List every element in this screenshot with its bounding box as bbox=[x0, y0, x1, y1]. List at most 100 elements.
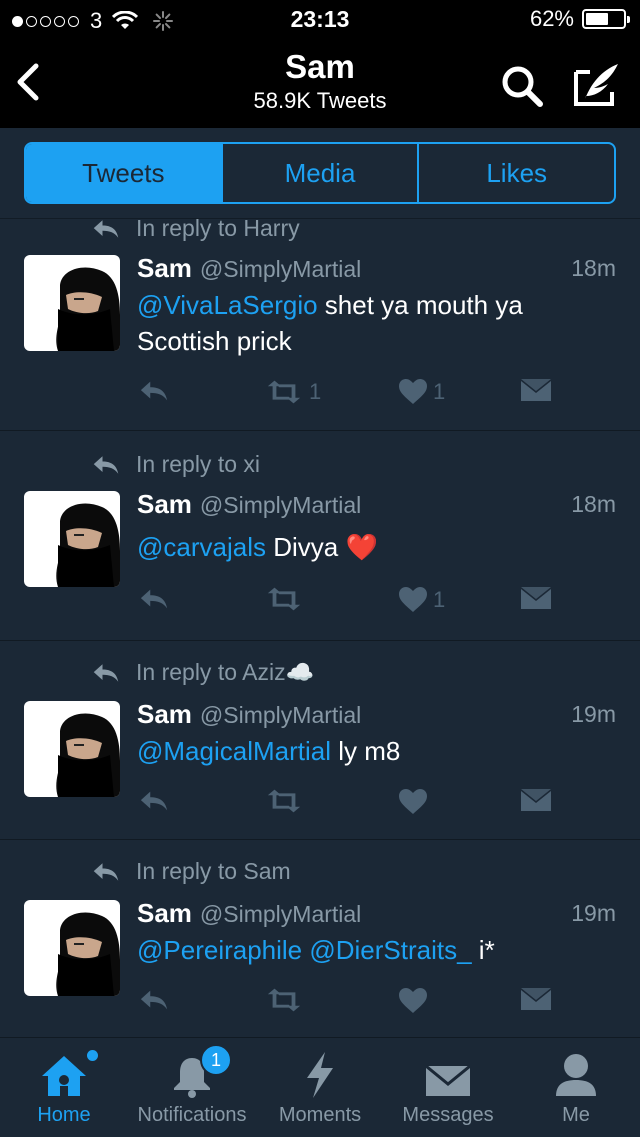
tabbar-label: Home bbox=[37, 1104, 91, 1126]
bell-icon: 1 bbox=[162, 1038, 232, 1098]
author-name: Sam bbox=[137, 699, 192, 729]
mention-link[interactable]: @MagicalMartial bbox=[137, 736, 331, 766]
like-count: 1 bbox=[433, 379, 446, 404]
envelope-icon bbox=[521, 587, 551, 611]
tabbar-item-me[interactable]: Me bbox=[540, 1038, 612, 1137]
tweet-header: Sam @SimplyMartial 18m bbox=[137, 253, 616, 284]
tabbar-item-home[interactable]: Home bbox=[20, 1038, 108, 1137]
reply-context: In reply to xi bbox=[92, 451, 260, 478]
direct-message-button[interactable] bbox=[521, 587, 551, 611]
person-icon bbox=[554, 1038, 598, 1098]
like-button[interactable] bbox=[399, 789, 433, 815]
author-handle: @SimplyMartial bbox=[199, 492, 362, 518]
search-icon[interactable] bbox=[498, 62, 546, 110]
heart-icon bbox=[399, 587, 427, 613]
tweet-body: i* bbox=[471, 935, 495, 965]
lightning-icon bbox=[305, 1038, 335, 1098]
tweet-time: 18m bbox=[571, 255, 616, 281]
envelope-icon bbox=[521, 789, 551, 813]
tab-media[interactable]: Media bbox=[220, 144, 418, 202]
like-button[interactable] bbox=[399, 988, 433, 1014]
tweet-time: 18m bbox=[571, 491, 616, 517]
heart-icon bbox=[399, 789, 427, 815]
reply-context: In reply to Aziz☁️ bbox=[92, 659, 314, 686]
tweet[interactable]: In reply to Sam Sam @SimplyMartial 19m @P… bbox=[0, 840, 640, 1038]
battery-fill bbox=[586, 13, 608, 25]
tweet-actions: 1 1 bbox=[137, 379, 557, 409]
tabbar-item-notifications[interactable]: 1 Notifications bbox=[126, 1038, 258, 1137]
reply-context-text: In reply to xi bbox=[136, 451, 260, 477]
compose-tweet-icon[interactable] bbox=[572, 58, 620, 110]
reply-button[interactable] bbox=[139, 789, 169, 813]
avatar[interactable] bbox=[24, 491, 120, 587]
envelope-icon bbox=[521, 988, 551, 1012]
tweet-text: @MagicalMartial ly m8 bbox=[137, 733, 607, 769]
tweet-body: ly m8 bbox=[331, 736, 401, 766]
tweet[interactable]: In reply to Harry Sam @SimplyMartial 18m … bbox=[0, 215, 640, 431]
mention-link[interactable]: @Pereiraphile @DierStraits_ bbox=[137, 935, 472, 965]
mention-link[interactable]: @carvajals bbox=[137, 532, 266, 562]
reply-button[interactable] bbox=[139, 587, 169, 611]
author-handle: @SimplyMartial bbox=[199, 702, 362, 728]
tweet-actions bbox=[137, 789, 557, 819]
new-content-dot bbox=[87, 1050, 98, 1061]
tweet-header: Sam @SimplyMartial 18m bbox=[137, 489, 616, 520]
reply-button[interactable] bbox=[139, 379, 169, 403]
tweet[interactable]: In reply to xi Sam @SimplyMartial 18m @ca… bbox=[0, 431, 640, 641]
reply-context-icon bbox=[92, 454, 120, 476]
direct-message-button[interactable] bbox=[521, 379, 551, 403]
heart-icon bbox=[399, 379, 427, 405]
tabbar-label: Messages bbox=[402, 1104, 494, 1126]
retweet-button[interactable]: 1 bbox=[265, 379, 321, 405]
reply-context-text: In reply to Sam bbox=[136, 858, 291, 884]
like-count: 1 bbox=[433, 587, 446, 612]
avatar[interactable] bbox=[24, 255, 120, 351]
battery-percent: 62% bbox=[529, 6, 574, 31]
reply-button[interactable] bbox=[139, 988, 169, 1012]
profile-tabs: Tweets Media Likes bbox=[0, 128, 640, 219]
retweet-count: 1 bbox=[309, 379, 322, 404]
battery-icon bbox=[582, 9, 630, 29]
retweet-button[interactable] bbox=[265, 587, 309, 611]
tweet-text: @carvajals Divya ❤️ bbox=[137, 529, 607, 565]
tweet[interactable]: In reply to Aziz☁️ Sam @SimplyMartial 19m… bbox=[0, 641, 640, 840]
retweet-icon bbox=[265, 789, 303, 813]
battery-status: 62% bbox=[529, 6, 630, 32]
tab-tweets[interactable]: Tweets bbox=[26, 144, 221, 202]
reply-context: In reply to Harry bbox=[92, 215, 300, 242]
envelope-icon bbox=[521, 379, 551, 403]
retweet-button[interactable] bbox=[265, 988, 309, 1012]
avatar[interactable] bbox=[24, 701, 120, 797]
avatar[interactable] bbox=[24, 900, 120, 996]
envelope-icon bbox=[426, 1038, 470, 1098]
tabbar-item-moments[interactable]: Moments bbox=[272, 1038, 368, 1137]
reply-context: In reply to Sam bbox=[92, 858, 291, 885]
like-button[interactable]: 1 bbox=[399, 379, 445, 405]
retweet-button[interactable] bbox=[265, 789, 309, 813]
heart-icon bbox=[399, 988, 427, 1014]
direct-message-button[interactable] bbox=[521, 789, 551, 813]
reply-icon bbox=[139, 379, 169, 403]
tweet-text: @Pereiraphile @DierStraits_ i* bbox=[137, 932, 607, 968]
profile-nav-bar: Sam 58.9K Tweets bbox=[0, 40, 640, 128]
tweet-actions: 1 bbox=[137, 587, 557, 617]
like-button[interactable]: 1 bbox=[399, 587, 445, 613]
author-name: Sam bbox=[137, 253, 192, 283]
tweet-header: Sam @SimplyMartial 19m bbox=[137, 699, 616, 730]
author-handle: @SimplyMartial bbox=[199, 256, 362, 282]
tabbar-label: Me bbox=[562, 1104, 590, 1126]
reply-icon bbox=[139, 789, 169, 813]
reply-icon bbox=[139, 988, 169, 1012]
tabbar-item-messages[interactable]: Messages bbox=[394, 1038, 502, 1137]
tabbar-label: Moments bbox=[278, 1104, 362, 1126]
home-icon bbox=[40, 1038, 98, 1098]
reply-context-text: In reply to Aziz☁️ bbox=[136, 659, 315, 685]
notification-badge: 1 bbox=[200, 1044, 232, 1076]
tab-likes[interactable]: Likes bbox=[417, 144, 614, 202]
reply-context-icon bbox=[92, 218, 120, 240]
direct-message-button[interactable] bbox=[521, 988, 551, 1012]
reply-context-icon bbox=[92, 861, 120, 883]
mention-link[interactable]: @VivaLaSergio bbox=[137, 290, 318, 320]
bottom-tab-bar: Home 1 Notifications Moments Messages Me bbox=[0, 1037, 640, 1137]
author-name: Sam bbox=[137, 898, 192, 928]
